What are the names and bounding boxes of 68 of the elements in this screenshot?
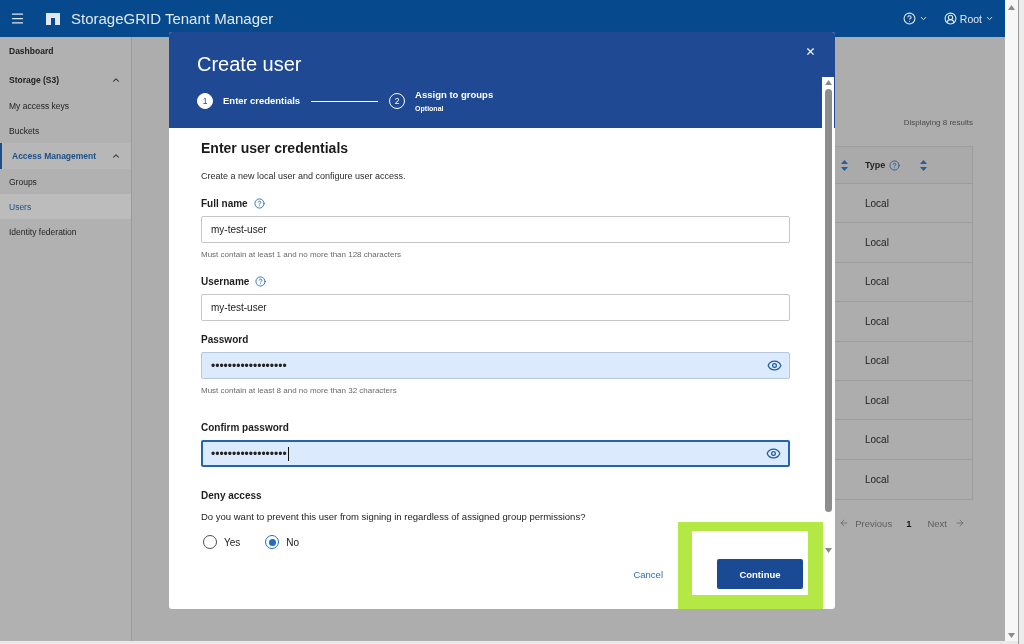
close-icon[interactable]	[804, 45, 816, 57]
app-title: StorageGRID Tenant Manager	[71, 10, 274, 27]
field-label: Password	[201, 333, 249, 345]
chevron-down-icon	[985, 14, 994, 23]
field-label: Full name	[201, 197, 248, 209]
step-number: 1	[197, 93, 213, 109]
help-icon[interactable]	[253, 197, 265, 209]
input-field[interactable]: my-test-user	[201, 216, 790, 243]
password-field[interactable]: ••••••••••••••••••	[201, 352, 790, 379]
section-heading: Enter user credentials	[201, 139, 350, 157]
results-count: Displaying 8 results	[903, 118, 973, 128]
user-menu-button[interactable]: Root	[943, 10, 994, 27]
page-scrollbar[interactable]	[1005, 0, 1018, 641]
field-label: Deny access	[201, 489, 263, 503]
sidebar-section[interactable]: Access Management	[0, 143, 131, 169]
sidebar-item[interactable]: My access keys	[0, 93, 131, 118]
radio-button[interactable]	[265, 535, 280, 549]
sidebar-item[interactable]: Identity federation	[0, 219, 131, 244]
table-cell: Local	[865, 434, 889, 446]
help-icon[interactable]	[255, 275, 267, 287]
sort-icon[interactable]	[841, 159, 848, 171]
field-hint: Must contain at least 8 and no more than 32 characters	[201, 385, 398, 396]
dialog-title: Create user	[197, 52, 302, 76]
caret-up-icon[interactable]	[1008, 5, 1015, 10]
question-text: Do you want to prevent this user from signing in regardless of assigned group permissions?	[201, 511, 587, 523]
user-icon	[943, 12, 957, 25]
sidebar-item[interactable]: Dashboard	[0, 38, 131, 63]
help-icon	[902, 12, 916, 25]
table-cell: Local	[865, 197, 889, 209]
radio-button[interactable]	[203, 535, 217, 549]
radio-label: Yes	[224, 536, 241, 548]
table-cell: Local	[865, 237, 889, 249]
caret-down-icon[interactable]	[824, 548, 832, 553]
sidebar-item[interactable]: Users	[0, 194, 131, 219]
column-header: Type	[865, 160, 886, 170]
table-cell: Local	[865, 315, 889, 327]
logo-icon	[46, 12, 60, 25]
text-cursor	[287, 446, 289, 461]
password-field[interactable]: ••••••••••••••••••	[201, 440, 790, 467]
input-field[interactable]: my-test-user	[201, 294, 790, 321]
table-cell: Local	[865, 355, 889, 367]
radio-label: No	[286, 536, 300, 548]
help-icon[interactable]	[889, 159, 901, 171]
continue-button[interactable]: Continue	[717, 559, 803, 589]
help-menu-button[interactable]	[902, 10, 928, 27]
arrow-right-icon	[955, 518, 965, 529]
arrow-left-icon	[839, 518, 850, 529]
page-number[interactable]: 1	[906, 517, 912, 529]
eye-icon[interactable]	[766, 446, 781, 461]
menu-icon[interactable]	[10, 11, 25, 26]
caret-up-icon[interactable]	[824, 80, 832, 85]
sidebar-item[interactable]: Buckets	[0, 118, 131, 143]
sidebar-section[interactable]: Storage (S3)	[0, 67, 131, 93]
table-cell: Local	[865, 394, 889, 406]
step-label: Enter credentials	[223, 95, 301, 107]
chevron-down-icon	[918, 14, 928, 23]
field-label: Username	[201, 275, 250, 287]
table-cell: Local	[865, 276, 889, 288]
table-cell: Local	[865, 473, 889, 485]
sidebar-item[interactable]: Groups	[0, 169, 131, 194]
eye-icon[interactable]	[767, 358, 782, 373]
step-label: Assign to groups	[415, 89, 494, 101]
field-label: Confirm password	[201, 421, 289, 433]
field-hint: Must contain at least 1 and no more than 128 characters	[201, 249, 403, 260]
cancel-link[interactable]: Cancel	[633, 568, 663, 580]
section-description: Create a new local user and configure user access.	[201, 170, 407, 182]
sort-icon[interactable]	[920, 159, 928, 171]
caret-down-icon[interactable]	[1008, 633, 1015, 638]
